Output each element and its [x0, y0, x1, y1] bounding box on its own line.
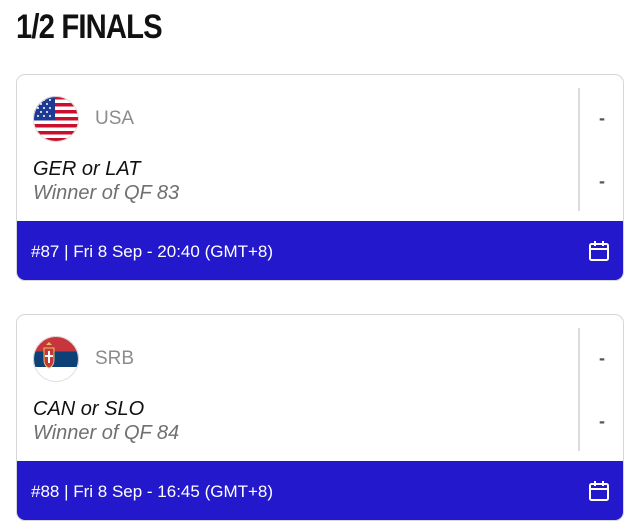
team-code: SRB	[95, 348, 135, 369]
team-placeholder-name: CAN or SLO	[33, 398, 145, 420]
game-info-text: #88 | Fri 8 Sep - 16:45 (GMT+8)	[31, 481, 274, 501]
divider	[578, 328, 580, 451]
team-placeholder-name: GER or LAT	[33, 158, 141, 180]
team1-score: -	[599, 348, 605, 368]
calendar-icon[interactable]	[587, 239, 611, 263]
team-row: USA	[33, 96, 135, 142]
team2-score: -	[599, 171, 605, 191]
team1-score: -	[599, 108, 605, 128]
serbia-flag-icon	[33, 336, 79, 382]
team-row: CAN or SLO Winner of QF 84	[33, 397, 179, 445]
teams-section: SRB CAN or SLO Winner of QF 84 - -	[17, 315, 623, 461]
team-placeholder-sub: Winner of QF 84	[33, 422, 180, 444]
team-row: GER or LAT Winner of QF 83	[33, 157, 179, 205]
game-info-bar[interactable]: #88 | Fri 8 Sep - 16:45 (GMT+8)	[17, 461, 623, 520]
game-card[interactable]: USA GER or LAT Winner of QF 83 - - #87 |…	[16, 74, 624, 281]
team-row: SRB	[33, 336, 135, 382]
team2-score: -	[599, 411, 605, 431]
team-placeholder-sub: Winner of QF 83	[33, 182, 180, 204]
divider	[578, 88, 580, 211]
game-card[interactable]: SRB CAN or SLO Winner of QF 84 - - #88 |…	[16, 314, 624, 521]
teams-section: USA GER or LAT Winner of QF 83 - -	[17, 75, 623, 221]
usa-flag-icon	[33, 96, 79, 142]
page-title: 1/2 FINALS	[16, 8, 163, 46]
team-code: USA	[95, 108, 135, 129]
calendar-icon[interactable]	[587, 479, 611, 503]
game-info-bar[interactable]: #87 | Fri 8 Sep - 20:40 (GMT+8)	[17, 221, 623, 280]
game-info-text: #87 | Fri 8 Sep - 20:40 (GMT+8)	[31, 241, 274, 261]
